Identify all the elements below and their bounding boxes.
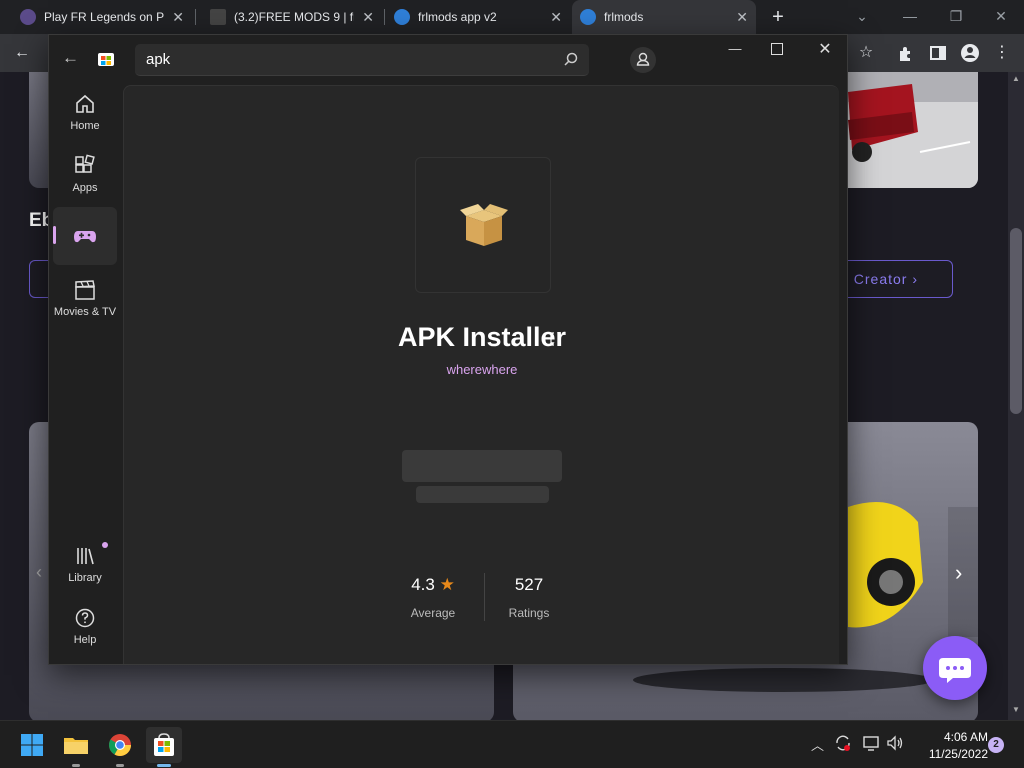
close-tab-icon[interactable]: ✕: [362, 9, 374, 26]
file-explorer-button[interactable]: [58, 727, 94, 763]
nav-item-home[interactable]: Home: [53, 85, 117, 143]
back-arrow-icon[interactable]: ←: [8, 39, 36, 67]
close-tab-icon[interactable]: ✕: [550, 9, 562, 26]
account-avatar-icon[interactable]: [630, 47, 656, 73]
clock-date[interactable]: 11/25/2022: [898, 747, 988, 761]
rating-label: Average: [410, 606, 456, 620]
ratings-count-label: Ratings: [508, 606, 550, 620]
publisher-link[interactable]: wherewhere: [124, 362, 840, 377]
start-button[interactable]: [14, 727, 50, 763]
store-icon: [154, 733, 174, 756]
chrome-button[interactable]: [102, 727, 138, 763]
chrome-icon: [109, 734, 131, 756]
apps-icon: [72, 153, 98, 179]
taskbar: ︿ 4:06 AM 11/25/2022 2: [0, 720, 1024, 768]
minimize-icon[interactable]: —: [725, 41, 745, 61]
chat-widget-button[interactable]: [923, 636, 987, 700]
scrollbar-thumb[interactable]: [1010, 228, 1022, 414]
selected-indicator: [53, 226, 56, 244]
carousel-prev-icon[interactable]: ‹: [36, 562, 42, 583]
tab-favicon-icon: [20, 9, 36, 25]
tab-title: (3.2)FREE MODS 9 | frlm: [234, 10, 354, 24]
scroll-up-icon[interactable]: ▲: [1008, 74, 1024, 88]
nav-label: Apps: [72, 182, 98, 194]
gamepad-icon: [72, 223, 98, 249]
browser-tab[interactable]: Play FR Legends on PC ✕: [8, 0, 192, 34]
rating-value: 4.3: [411, 575, 435, 594]
extensions-puzzle-icon[interactable]: [892, 39, 920, 67]
chat-bubble-icon: [939, 658, 971, 683]
notification-count-badge[interactable]: 2: [988, 737, 1004, 753]
profile-avatar-icon[interactable]: [956, 39, 984, 67]
home-icon: [72, 91, 98, 117]
price-placeholder: [416, 486, 549, 503]
nav-label: Movies & TV: [53, 306, 117, 318]
clock-time[interactable]: 4:06 AM: [918, 730, 988, 744]
tab-title: frlmods app v2: [418, 10, 497, 24]
ratings-count: 527: [514, 575, 544, 594]
nav-label: Help: [73, 634, 97, 646]
scroll-down-icon[interactable]: ▼: [1008, 705, 1024, 719]
maximize-icon[interactable]: [771, 43, 783, 55]
sync-icon[interactable]: [834, 734, 852, 752]
app-icon-tile: [415, 157, 551, 293]
running-indicator: [116, 764, 124, 767]
browser-tab-strip: Play FR Legends on PC ✕ (3.2)FREE MODS 9…: [0, 0, 1024, 34]
tab-title: Play FR Legends on PC: [44, 10, 164, 24]
active-indicator: [157, 764, 171, 767]
store-taskbar-button[interactable]: [146, 727, 182, 763]
star-icon: ★: [439, 575, 455, 594]
carousel-arrow-area: [948, 507, 978, 637]
tab-separator: [384, 9, 385, 25]
browser-menu-icon[interactable]: ⋮: [988, 39, 1016, 67]
browser-tab-active[interactable]: frlmods ✕: [572, 0, 756, 34]
close-icon[interactable]: ✕: [815, 39, 835, 59]
new-tab-button[interactable]: +: [766, 5, 790, 29]
product-page: APK Installer wherewhere 4.3 ★ Average 5…: [123, 85, 840, 664]
show-hidden-icons-chevron-icon[interactable]: ︿: [811, 735, 824, 754]
tab-favicon-icon: [394, 9, 410, 25]
install-button-placeholder: [402, 450, 562, 482]
carousel-next-icon[interactable]: ›: [955, 560, 962, 586]
nav-label: Home: [70, 120, 100, 132]
side-panel-icon[interactable]: [924, 39, 952, 67]
running-indicator: [72, 764, 80, 767]
clapperboard-icon: [72, 277, 98, 303]
nav-item-movies-tv[interactable]: Movies & TV: [53, 271, 117, 329]
close-tab-icon[interactable]: ✕: [172, 9, 184, 26]
search-icon[interactable]: [563, 51, 579, 72]
tab-favicon-icon: [580, 9, 596, 25]
nav-label: Library: [68, 572, 102, 584]
minimize-window-icon[interactable]: —: [896, 4, 924, 28]
button-outline: [29, 260, 49, 298]
store-logo-icon: [97, 49, 115, 67]
search-input[interactable]: [135, 44, 589, 75]
tab-title: frlmods: [604, 10, 644, 24]
restore-window-icon[interactable]: ❐: [942, 4, 970, 28]
back-arrow-icon[interactable]: ←: [62, 48, 82, 68]
package-box-icon: [460, 202, 508, 250]
close-window-icon[interactable]: ✕: [987, 4, 1015, 28]
close-tab-icon[interactable]: ✕: [736, 9, 748, 26]
library-icon: [72, 543, 98, 569]
network-icon[interactable]: [862, 734, 880, 752]
tab-search-icon[interactable]: ⌄: [848, 4, 876, 28]
bookmark-star-icon[interactable]: ☆: [852, 39, 880, 67]
browser-tab[interactable]: frlmods app v2 ✕: [386, 0, 570, 34]
windows-logo-icon: [21, 734, 43, 756]
store-window: ← — ✕ Home Apps: [48, 34, 848, 665]
search-box[interactable]: [135, 44, 589, 76]
library-update-badge: [102, 542, 108, 548]
app-title: APK Installer: [397, 322, 567, 352]
nav-item-apps[interactable]: Apps: [53, 147, 117, 205]
nav-item-gaming[interactable]: [53, 207, 117, 265]
tab-separator: [195, 9, 196, 25]
text-cursor-icon: [547, 332, 555, 346]
browser-tab[interactable]: (3.2)FREE MODS 9 | frlm ✕: [198, 0, 382, 34]
rating-value-container: 4.3 ★: [388, 575, 478, 595]
tab-favicon-icon: [210, 9, 226, 25]
folder-icon: [64, 738, 88, 754]
help-icon: [72, 605, 98, 631]
nav-item-help[interactable]: Help: [53, 599, 117, 657]
